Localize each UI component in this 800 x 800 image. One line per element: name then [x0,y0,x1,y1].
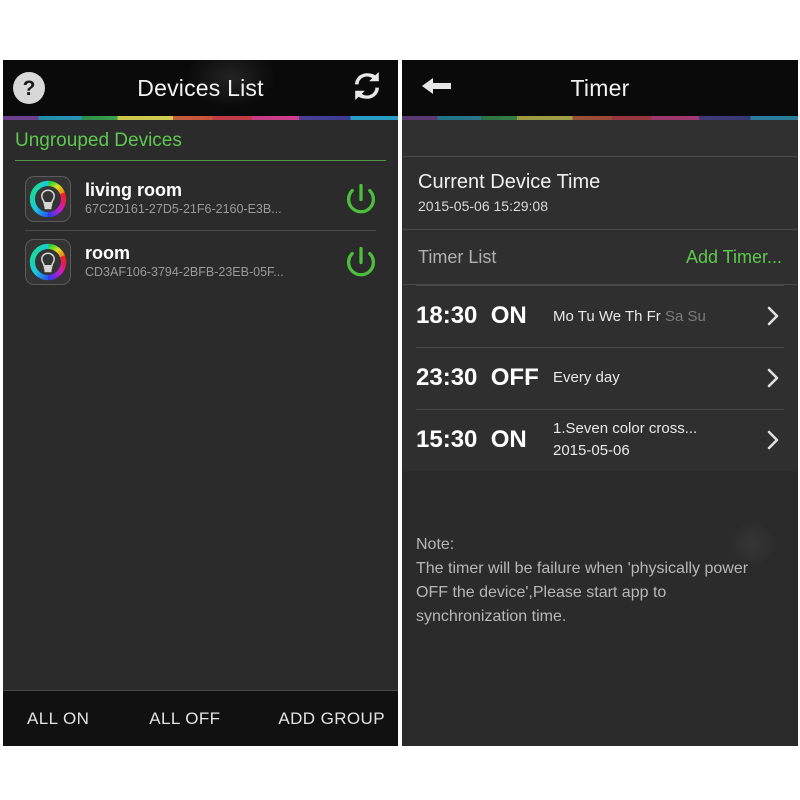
timer-body: Current Device Time 2015-05-06 15:29:08 … [402,120,798,746]
help-icon[interactable]: ? [13,72,45,104]
rainbow-divider-right [402,116,798,120]
current-device-time-value: 2015-05-06 15:29:08 [418,198,548,214]
device-name: living room [85,179,183,200]
current-device-time-label: Current Device Time [418,171,601,193]
navbar-right-slot [350,60,384,116]
devices-bottom-toolbar: ALL ON ALL OFF ADD GROUP [3,690,398,746]
timer-subtitle-date: 2015-05-06 [553,442,630,459]
timer-detail: 1.Seven color cross... 2015-05-06 [553,418,762,462]
device-uuid: CD3AF106-3794-2BFB-23EB-05F... [85,265,284,279]
back-arrow-icon[interactable] [420,74,456,103]
timer-rows: 18:30 ON Mo Tu We Th Fr Sa Su 23:30 OFF … [402,285,798,471]
timer-state: ON [490,302,527,329]
timer-time: 18:30 ON [416,302,541,330]
timer-subtitle: Every day [553,369,620,387]
timer-row[interactable]: 18:30 ON Mo Tu We Th Fr Sa Su [402,285,798,347]
timer-time: 15:30 ON [416,426,541,454]
power-toggle-button[interactable] [338,176,384,222]
device-uuid: 67C2D161-27D5-21F6-2160-E3B... [85,202,282,216]
timer-list-bar: Timer List Add Timer... [402,230,798,285]
device-text: living room 67C2D161-27D5-21F6-2160-E3B.… [85,179,338,219]
group-underline [15,160,386,161]
timer-time-value: 23:30 [416,364,478,391]
timer-state: OFF [490,364,539,391]
timer-navbar-left-slot [412,60,456,116]
power-toggle-button[interactable] [338,239,384,285]
timer-detail: Every day [553,367,762,389]
device-text: room CD3AF106-3794-2BFB-23EB-05F... [85,242,338,282]
timer-days: Mo Tu We Th Fr Sa Su [553,308,762,325]
timer-navbar: Timer [402,60,798,116]
chevron-right-icon[interactable] [762,367,784,389]
device-name: room [85,242,130,263]
timer-time: 23:30 OFF [416,364,541,392]
timer-list-label: Timer List [418,246,497,267]
note-line-3: OFF the device',Please start app to [416,584,667,601]
timer-panel: Timer Current Device Time 2015-05-06 15:… [402,60,798,746]
add-group-button[interactable]: ADD GROUP [278,709,385,729]
timer-row[interactable]: 23:30 OFF Every day [402,347,798,409]
current-device-time-block: Current Device Time 2015-05-06 15:29:08 [402,157,798,230]
timer-days-active: Mo Tu We Th Fr [553,307,661,325]
timer-time-value: 15:30 [416,426,478,453]
rgb-bulb-icon [25,238,71,285]
timer-time-value: 18:30 [416,302,478,329]
devices-list-panel: ? Devices List Ungrouped Devices living … [3,60,398,746]
chevron-right-icon[interactable] [762,305,784,327]
help-icon-glyph: ? [22,76,36,100]
device-row[interactable]: room CD3AF106-3794-2BFB-23EB-05F... [3,230,398,293]
navbar-left-slot: ? [13,60,45,116]
add-timer-button[interactable]: Add Timer... [686,247,782,268]
devices-list-title: Devices List [137,74,264,101]
group-title: Ungrouped Devices [15,130,182,151]
timer-state: ON [490,426,527,453]
ungrouped-devices-header: Ungrouped Devices [3,120,398,167]
all-off-button[interactable]: ALL OFF [149,709,220,729]
app-screenshot: ? Devices List Ungrouped Devices living … [0,0,800,800]
note-line-4: synchronization time. [416,608,567,625]
devices-list-navbar: ? Devices List [3,60,398,116]
timer-note: Note: The timer will be failure when 'ph… [402,521,798,629]
all-on-button[interactable]: ALL ON [27,709,89,729]
timer-title: Timer [570,74,630,101]
rgb-bulb-icon [25,175,71,222]
chevron-right-icon[interactable] [762,429,784,451]
timer-row[interactable]: 15:30 ON 1.Seven color cross... 2015-05-… [402,409,798,471]
note-line-2: The timer will be failure when 'physical… [416,560,749,577]
refresh-sync-icon[interactable] [350,70,384,107]
device-list: living room 67C2D161-27D5-21F6-2160-E3B.… [3,167,398,293]
timer-detail: Mo Tu We Th Fr Sa Su [553,308,762,325]
note-line-1: Note: [416,536,455,553]
note-glare [730,521,776,567]
timer-days-inactive: Sa Su [664,307,706,325]
timer-subtitle: 1.Seven color cross... [553,420,698,438]
timer-spacer-strip [402,120,798,157]
device-row[interactable]: living room 67C2D161-27D5-21F6-2160-E3B.… [3,167,398,230]
